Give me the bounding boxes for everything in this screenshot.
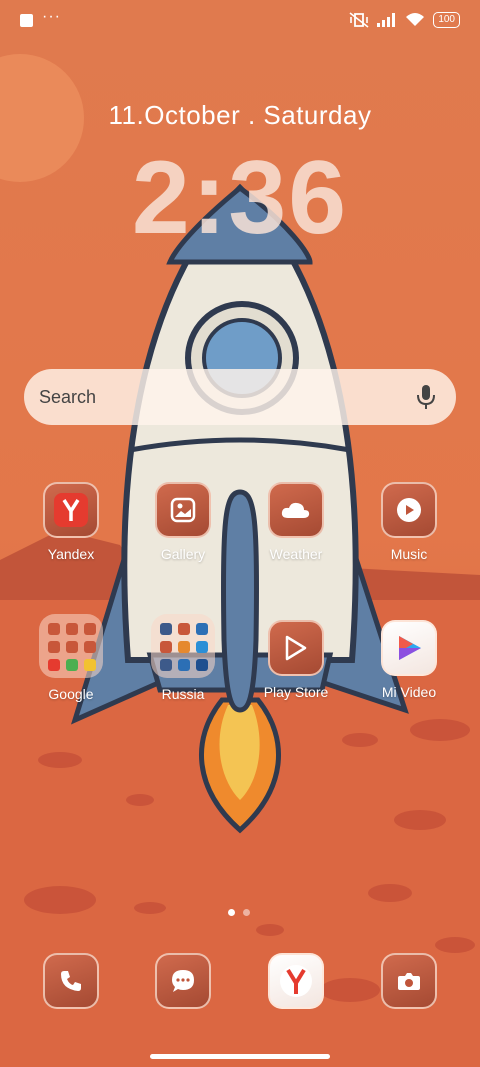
notification-icon [20,14,33,27]
battery-indicator: 100 [433,12,460,28]
yandex-browser-icon [268,953,324,1009]
folder-icon [39,614,103,678]
app-weather[interactable]: Weather [241,482,351,562]
app-mi-video[interactable]: Mi Video [354,620,464,700]
folder-russia[interactable]: Russia [128,614,238,702]
more-notifications-icon: ··· [42,8,61,25]
messages-icon [155,953,211,1009]
dock-messages[interactable] [128,953,238,1009]
dock-phone[interactable] [16,953,126,1009]
clock[interactable]: 2:36 [0,138,480,258]
app-play-store[interactable]: Play Store [241,620,351,700]
search-placeholder: Search [39,386,97,407]
app-yandex[interactable]: Yandex [16,482,126,562]
app-label: Gallery [160,546,206,562]
app-label: Google [48,686,94,702]
date-label: 11.October . Saturday [108,100,372,130]
weather-icon [268,482,324,538]
app-label: Mi Video [381,684,437,700]
camera-icon [381,953,437,1009]
dock-camera[interactable] [354,953,464,1009]
dock-yandex-browser[interactable] [241,953,351,1009]
folder-icon [151,614,215,678]
wifi-icon [406,13,425,26]
mic-icon[interactable] [416,384,436,410]
vibrate-icon [349,12,369,28]
search-bar[interactable]: Search [24,369,456,425]
play-store-icon [268,620,324,676]
gallery-icon [155,482,211,538]
status-bar: ··· 100 [0,0,480,44]
app-label: Weather [269,546,323,562]
app-label: Yandex [47,546,95,562]
app-label: Music [390,546,428,562]
page-dot [243,909,250,916]
signal-icon [377,13,396,27]
folder-google[interactable]: Google [16,614,126,702]
app-music[interactable]: Music [354,482,464,562]
app-gallery[interactable]: Gallery [128,482,238,562]
phone-icon [43,953,99,1009]
mi-video-icon [381,620,437,676]
page-indicator [228,909,250,916]
yandex-icon [43,482,99,538]
music-icon [381,482,437,538]
app-label: Russia [161,686,205,702]
gesture-bar[interactable] [150,1054,330,1059]
app-label: Play Store [263,684,329,700]
page-dot-active [228,909,235,916]
status-icons: 100 [349,12,460,28]
